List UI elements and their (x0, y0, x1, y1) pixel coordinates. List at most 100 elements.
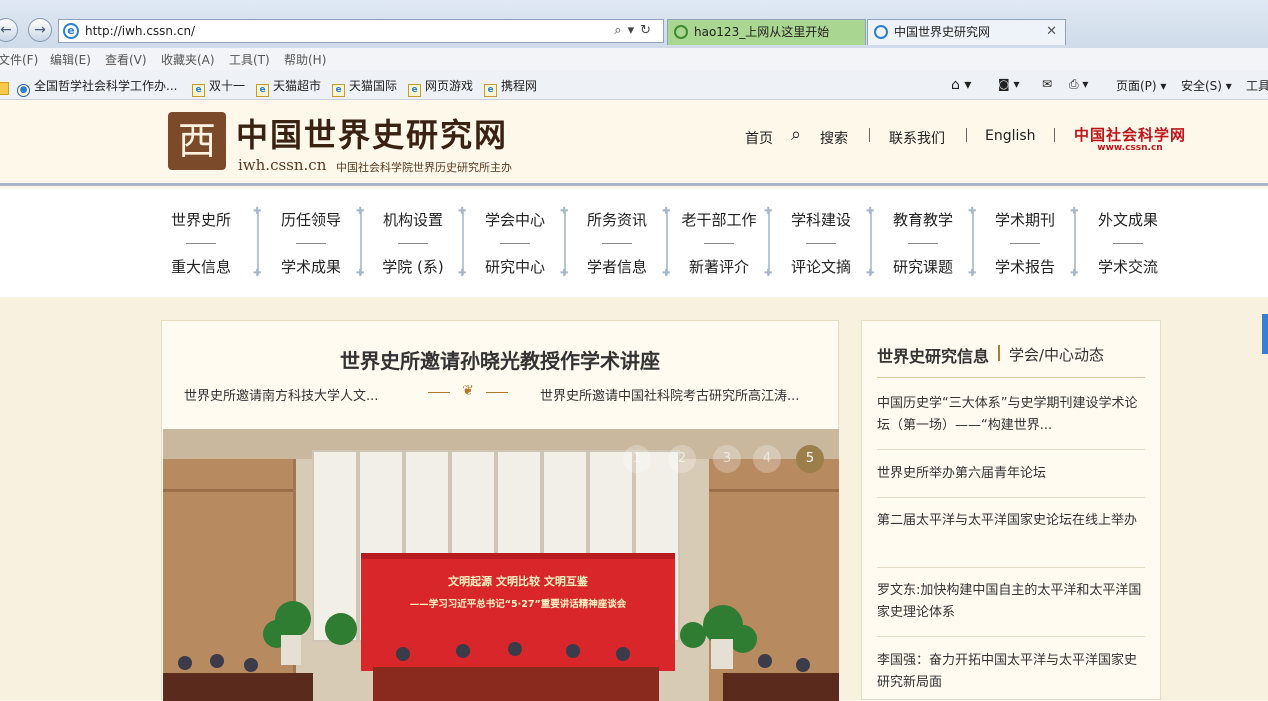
news-item[interactable]: 罗文东:加快构建中国自主的太平洋和太平洋国家史理论体系 (877, 580, 1147, 624)
news-item[interactable]: 中国历史学“三大体系”与史学期刊建设学术论坛（第一场）——“构建世界... (877, 393, 1147, 437)
cssn-logo[interactable]: 中国社会科学网 www.cssn.cn (1074, 124, 1186, 153)
slide-dot[interactable]: 3 (713, 445, 741, 473)
nav-column: 学术期刊 学术报告 (974, 189, 1076, 297)
banner-line-2: ——学习习近平总书记“5·27”重要讲话精神座谈会 (410, 598, 627, 610)
browser-toolbar: ← → e http://iwh.cssn.cn/ ⌕▾↻ hao123_上网从… (0, 0, 1268, 48)
favorite-label: 天猫超市 (273, 79, 322, 93)
nav-link[interactable]: 学者信息 (566, 256, 668, 277)
featured-headline[interactable]: 世界史所邀请孙晓光教授作学术讲座 (162, 345, 838, 374)
tab-label: hao123_上网从这里开始 (694, 25, 830, 39)
nav-link[interactable]: 学术期刊 (974, 209, 1076, 230)
nav-link[interactable]: 机构设置 (362, 209, 464, 230)
nav-home[interactable]: 首页 (745, 128, 773, 148)
print-icon[interactable]: ⎙ ▾ (1069, 77, 1088, 92)
favorite-item[interactable]: e 携程网 (484, 77, 537, 97)
tab-hao123[interactable]: hao123_上网从这里开始 (667, 19, 866, 45)
back-button[interactable]: ← (0, 18, 18, 42)
search-icon[interactable]: ⌕ (791, 124, 801, 145)
rss-icon[interactable]: ◙ ▾ (998, 77, 1019, 91)
nav-column: 机构设置 学院 (系) (362, 189, 464, 297)
related-news-link[interactable]: 世界史所邀请南方科技大学人文... (184, 385, 378, 404)
title-divider (998, 345, 1000, 361)
tools-menu[interactable]: 工具 (1246, 77, 1268, 94)
news-item[interactable]: 李国强：奋力开拓中国太平洋与太平洋国家史研究新局面 (877, 650, 1147, 694)
site-title[interactable]: 中国世界史研究网 (236, 110, 508, 156)
nav-link[interactable]: 重大信息 (150, 256, 252, 277)
panel-title[interactable]: 世界史研究信息 (877, 343, 989, 367)
slide-dot-active[interactable]: 5 (796, 445, 824, 473)
title-underline (877, 377, 1145, 378)
safety-menu[interactable]: 安全(S) ▾ (1181, 77, 1232, 94)
nav-column: 老干部工作 新著评介 (668, 189, 770, 297)
nav-link[interactable]: 学科建设 (770, 209, 872, 230)
close-icon[interactable]: ✕ (1046, 20, 1057, 44)
address-bar[interactable]: e http://iwh.cssn.cn/ ⌕▾↻ (58, 19, 664, 43)
ie-page-icon: e (484, 84, 497, 97)
nav-link[interactable]: 新著评介 (668, 256, 770, 277)
news-item[interactable]: 世界史所举办第六届青年论坛 (877, 463, 1147, 485)
nav-column: 外文成果 学术交流 (1077, 189, 1179, 297)
favorites-star-icon[interactable]: ★ (0, 77, 13, 95)
favorites-bar: ★ ● 全国哲学社会科学工作办... e 双十一 e 天猫超市 e 天猫国际 e 网页游戏… (0, 70, 1268, 100)
meeting-room-photo: 文明起源 文明比较 文明互鉴 ——学习习近平总书记“5·27”重要讲话精神座谈会 (163, 429, 839, 701)
favorite-label: 携程网 (501, 79, 538, 93)
search-refresh-icons[interactable]: ⌕▾↻ (614, 23, 657, 38)
hao123-icon (674, 25, 688, 39)
nav-link[interactable]: 学院 (系) (362, 256, 464, 277)
favorite-item[interactable]: e 天猫国际 (332, 77, 397, 97)
nav-link[interactable]: 评论文摘 (770, 256, 872, 277)
nav-column: 学科建设 评论文摘 (770, 189, 872, 297)
nav-link[interactable]: 研究课题 (872, 256, 974, 277)
nav-link[interactable]: 学术成果 (260, 256, 362, 277)
forward-button[interactable]: → (28, 18, 52, 42)
site-subtitle: 中国社会科学院世界历史研究所主办 (336, 161, 512, 174)
slide-dot[interactable]: 2 (668, 445, 696, 473)
favorite-item[interactable]: ● 全国哲学社会科学工作办... (17, 77, 177, 97)
nav-link[interactable]: 教育教学 (872, 209, 974, 230)
menu-file[interactable]: 文件(F) (0, 51, 38, 68)
slideshow-image[interactable]: 文明起源 文明比较 文明互鉴 ——学习习近平总书记“5·27”重要讲话精神座谈会… (163, 429, 839, 701)
ie-page-icon: e (408, 84, 421, 97)
ie-page-icon: e (256, 84, 269, 97)
menu-edit[interactable]: 编辑(E) (50, 51, 91, 68)
nav-contact[interactable]: 联系我们 (889, 128, 945, 148)
slide-dot[interactable]: 1 (623, 445, 651, 473)
home-icon[interactable]: ⌂ ▾ (951, 77, 971, 93)
favorite-label: 天猫国际 (349, 79, 398, 93)
nav-column: 历任领导 学术成果 (260, 189, 362, 297)
nav-link[interactable]: 学术报告 (974, 256, 1076, 277)
related-news-link[interactable]: 世界史所邀请中国社科院考古研究所高江涛... (540, 385, 799, 404)
menu-help[interactable]: 帮助(H) (284, 51, 326, 68)
nav-english[interactable]: English (985, 128, 1036, 144)
tab-iwh[interactable]: 中国世界史研究网 ✕ (867, 19, 1066, 45)
ie-page-icon: e (192, 84, 205, 97)
slide-dot[interactable]: 4 (753, 445, 781, 473)
site-logo-mark[interactable]: 西 (168, 112, 226, 170)
address-url[interactable]: http://iwh.cssn.cn/ (85, 24, 195, 38)
menu-view[interactable]: 查看(V) (105, 51, 147, 68)
banner-line-1: 文明起源 文明比较 文明互鉴 (448, 574, 589, 588)
nav-link[interactable]: 学术交流 (1077, 256, 1179, 277)
nav-link[interactable]: 学会中心 (464, 209, 566, 230)
favorite-item[interactable]: e 天猫超市 (256, 77, 321, 97)
nav-link[interactable]: 所务资讯 (566, 209, 668, 230)
nav-link[interactable]: 世界史所 (150, 209, 252, 230)
nav-search[interactable]: 搜索 (820, 128, 848, 148)
menu-tools[interactable]: 工具(T) (229, 51, 270, 68)
favorite-item[interactable]: e 双十一 (192, 77, 245, 97)
tab-society-news[interactable]: 学会/中心动态 (1009, 344, 1104, 365)
nav-link[interactable]: 研究中心 (464, 256, 566, 277)
scrollbar-thumb[interactable] (1262, 314, 1268, 354)
nav-divider (966, 128, 967, 142)
news-divider (877, 497, 1145, 498)
menu-favorites[interactable]: 收藏夹(A) (161, 51, 215, 68)
mail-icon[interactable]: ✉ (1042, 77, 1052, 91)
favorite-item[interactable]: e 网页游戏 (408, 77, 473, 97)
nav-link[interactable]: 外文成果 (1077, 209, 1179, 230)
nav-link[interactable]: 老干部工作 (668, 209, 770, 230)
news-item[interactable]: 第二届太平洋与太平洋国家史论坛在线上举办 (877, 510, 1147, 532)
nav-link[interactable]: 历任领导 (260, 209, 362, 230)
page-menu[interactable]: 页面(P) ▾ (1116, 77, 1166, 94)
news-divider (877, 449, 1145, 450)
research-info-panel: 世界史研究信息 学会/中心动态 中国历史学“三大体系”与史学期刊建设学术论坛（第… (861, 320, 1161, 700)
